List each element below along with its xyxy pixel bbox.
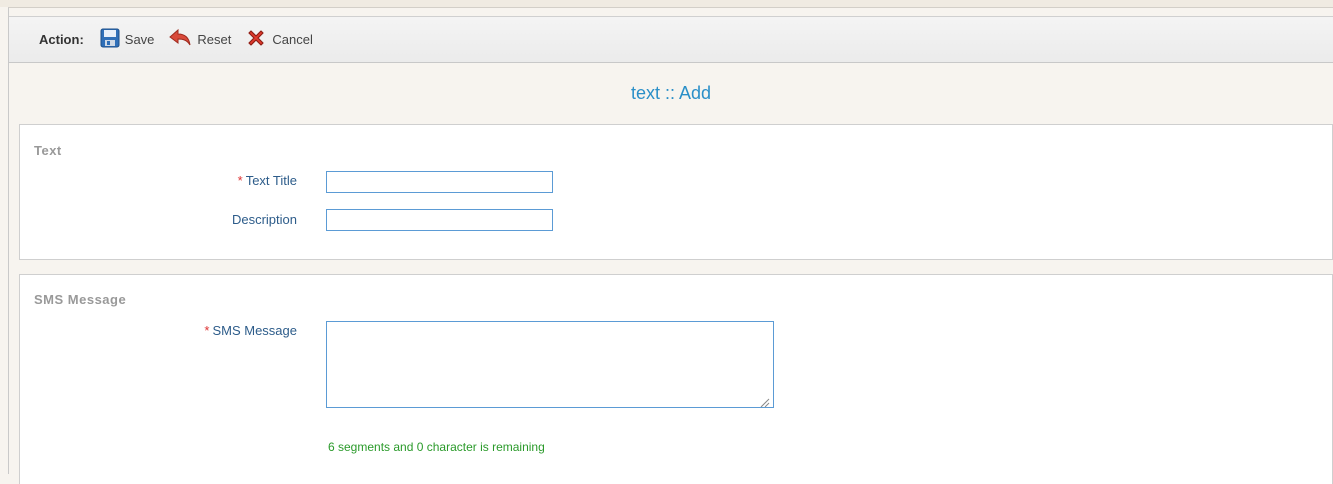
reset-label: Reset	[197, 32, 232, 47]
description-label: Description	[231, 212, 297, 227]
cancel-label: Cancel	[272, 32, 313, 47]
undo-arrow-icon	[168, 28, 197, 51]
sms-legend: SMS Message	[34, 292, 127, 307]
top-strip	[0, 0, 1333, 7]
save-label: Save	[124, 32, 155, 47]
text-legend: Text	[34, 143, 62, 158]
action-label: Action:	[39, 32, 84, 47]
description-input[interactable]	[326, 209, 553, 231]
resize-grip-icon[interactable]	[760, 395, 1330, 482]
sms-message-label: * SMS Message	[204, 323, 297, 338]
page-title: text :: Add	[630, 83, 712, 103]
cancel-button[interactable]: Cancel	[245, 27, 313, 52]
save-icon	[100, 28, 125, 51]
text-title-input[interactable]	[326, 171, 553, 193]
action-toolbar: Action: Save Reset Cancel	[9, 16, 1333, 63]
required-marker: *	[204, 323, 210, 338]
close-icon	[245, 27, 272, 52]
text-fieldset: Text * Text Title Description	[19, 124, 1333, 260]
reset-button[interactable]: Reset	[168, 28, 231, 51]
text-title-label: * Text Title	[237, 173, 297, 188]
sms-fieldset: SMS Message * SMS Message 6 segments and …	[19, 274, 1333, 484]
save-button[interactable]: Save	[100, 28, 155, 51]
required-marker: *	[237, 173, 243, 188]
character-counter: 6 segments and 0 character is remaining	[328, 440, 545, 454]
content-frame: Action: Save Reset Cancel text:: Add Te…	[8, 7, 1333, 484]
sms-message-textarea[interactable]	[326, 321, 774, 408]
